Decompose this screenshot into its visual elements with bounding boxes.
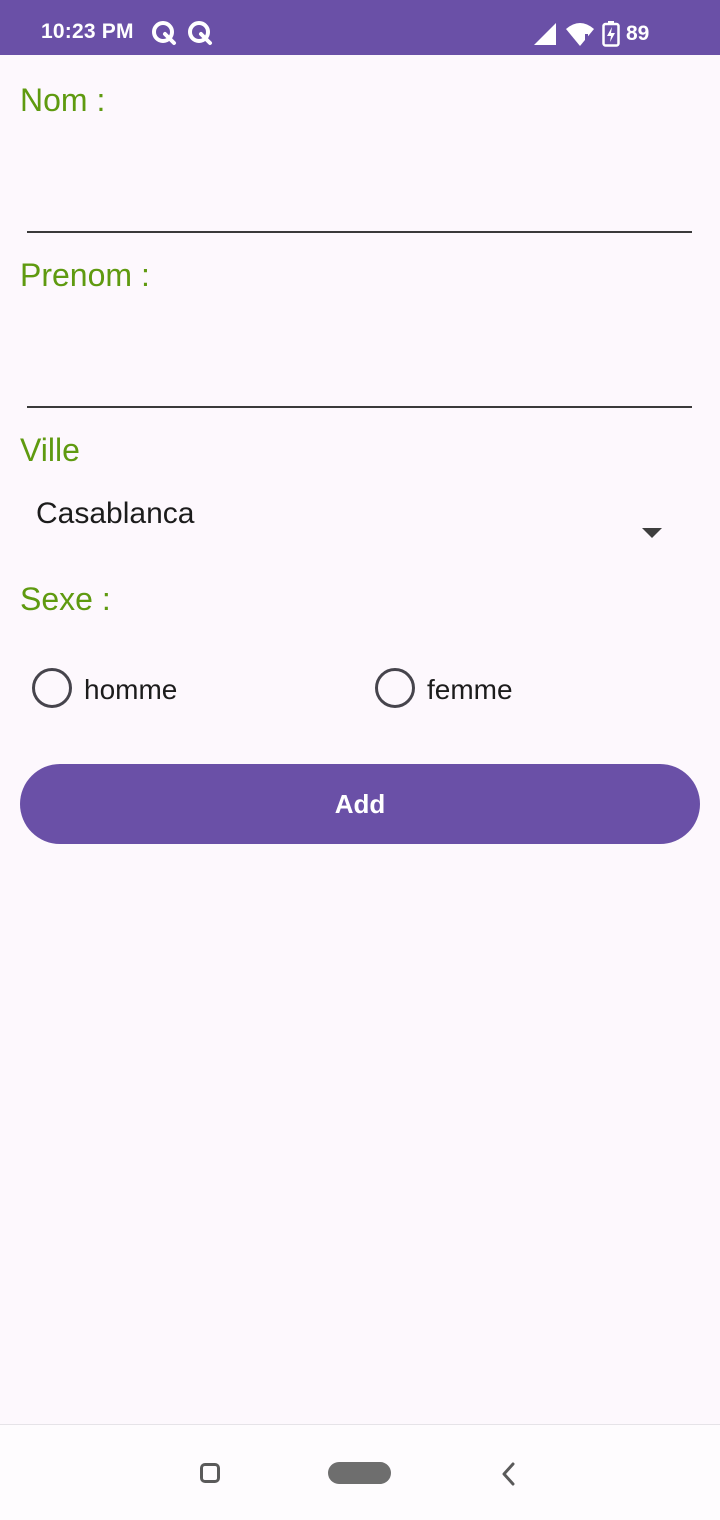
q-app-icon (188, 21, 212, 45)
add-button[interactable]: Add (20, 764, 700, 844)
radio-unchecked-icon (32, 668, 72, 708)
prenom-label: Prenom : (20, 257, 150, 293)
q-app-icon (152, 21, 176, 45)
cell-signal-icon (534, 23, 556, 45)
wifi-icon (566, 23, 594, 46)
radio-femme-label: femme (427, 674, 513, 705)
ville-label: Ville (20, 432, 80, 468)
ville-selected-value: Casablanca (36, 497, 195, 530)
battery-level: 89 (626, 22, 650, 45)
radio-homme-label: homme (84, 674, 178, 705)
navigation-bar (0, 1424, 720, 1520)
status-bar: 10:23 PM 89 (0, 0, 720, 55)
radio-unchecked-icon (375, 668, 415, 708)
radio-femme[interactable]: femme (375, 666, 625, 710)
prenom-input[interactable] (27, 348, 692, 408)
status-time: 10:23 PM (41, 20, 134, 43)
screen: 10:23 PM 89 Nom : Prenom : Ville Casabla… (0, 0, 720, 1520)
ville-spinner[interactable]: Casablanca (20, 485, 700, 555)
pill-home-icon[interactable] (328, 1462, 391, 1484)
chevron-back-icon[interactable] (499, 1461, 517, 1487)
battery-charging-icon (602, 21, 620, 47)
nom-input[interactable] (27, 173, 692, 233)
sexe-label: Sexe : (20, 581, 111, 617)
nom-label: Nom : (20, 82, 106, 118)
dropdown-arrow-icon (642, 528, 662, 538)
square-recents-icon[interactable] (200, 1463, 220, 1483)
radio-homme[interactable]: homme (32, 666, 282, 710)
